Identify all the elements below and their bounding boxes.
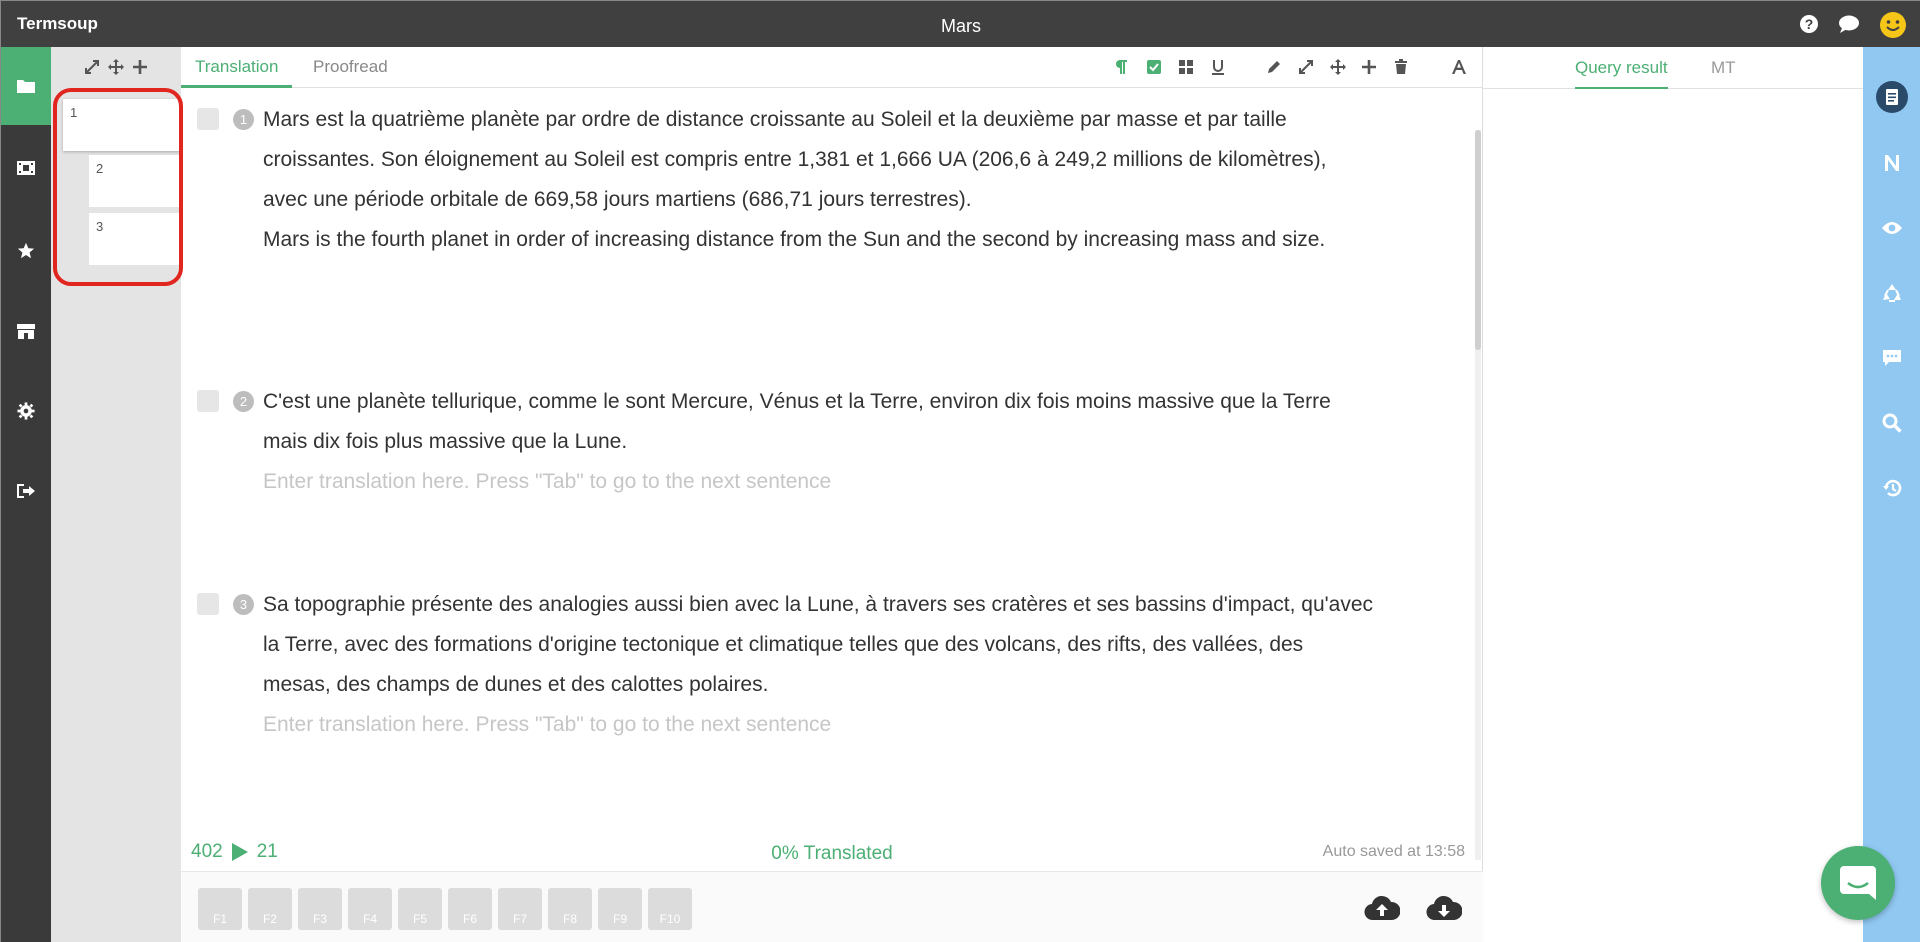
- fkey-f8[interactable]: F8: [548, 888, 592, 930]
- gear-icon[interactable]: [1, 371, 51, 451]
- fkey-f1[interactable]: F1: [198, 888, 242, 930]
- sign-out-icon[interactable]: [1, 451, 51, 531]
- segment-translation-input[interactable]: Enter translation here. Press "Tab" to g…: [263, 462, 1375, 502]
- scrollbar-thumb[interactable]: [1475, 130, 1481, 350]
- document-title: Mars: [941, 16, 981, 36]
- svg-text:?: ?: [1805, 16, 1814, 32]
- comment-icon[interactable]: [1863, 336, 1920, 380]
- cloud-download-icon[interactable]: [1424, 892, 1464, 924]
- store-icon[interactable]: [1, 291, 51, 371]
- underline-icon[interactable]: [1208, 57, 1228, 77]
- query-tabs: Query result MT: [1483, 47, 1863, 89]
- function-key-bar: F1 F2 F3 F4 F5 F6 F7 F8 F9 F10: [181, 871, 1483, 942]
- app-window: Termsoup Mars ? 1 2 3 Translation Proofr…: [0, 0, 1920, 942]
- recycle-icon[interactable]: [1863, 271, 1920, 315]
- editor-tabs: Translation Proofread: [181, 47, 1483, 88]
- segment-checkbox[interactable]: [197, 108, 219, 130]
- status-bar: 402 21 0% Translated Auto saved at 13:58: [181, 841, 1483, 871]
- star-icon[interactable]: [1, 211, 51, 291]
- thumbnail-number: 2: [96, 161, 104, 176]
- segment-number: 2: [233, 391, 254, 412]
- cloud-upload-icon[interactable]: [1362, 892, 1402, 924]
- page-thumbnail-1[interactable]: 1: [63, 99, 181, 151]
- notebook-icon[interactable]: [1863, 75, 1920, 119]
- chat-icon[interactable]: [1838, 13, 1860, 35]
- help-icon[interactable]: ?: [1798, 13, 1820, 35]
- move-icon[interactable]: [1328, 57, 1348, 77]
- search-icon[interactable]: [1863, 401, 1920, 445]
- segment-source-text: Sa topographie présente des analogies au…: [263, 593, 1373, 696]
- autosave-status: Auto saved at 13:58: [1322, 843, 1465, 860]
- smiley-avatar-icon[interactable]: [1879, 11, 1907, 39]
- translation-editor: Translation Proofread 1 Mars est la quat…: [181, 47, 1483, 942]
- paragraph-icon[interactable]: [1111, 57, 1131, 77]
- segment-2: 2 C'est une planète tellurique, comme le…: [181, 370, 1381, 550]
- fkey-f9[interactable]: F9: [598, 888, 642, 930]
- n-letter-icon[interactable]: [1863, 141, 1920, 185]
- tab-translation[interactable]: Translation: [181, 47, 293, 88]
- trash-icon[interactable]: [1391, 57, 1411, 77]
- segment-number: 3: [233, 594, 254, 615]
- check-square-icon[interactable]: [1144, 57, 1164, 77]
- fkey-f3[interactable]: F3: [298, 888, 342, 930]
- fkey-f10[interactable]: F10: [648, 888, 692, 930]
- segment-source-text: Mars est la quatrième planète par ordre …: [263, 108, 1327, 211]
- segment-checkbox[interactable]: [197, 390, 219, 412]
- query-panel: Query result MT: [1483, 47, 1863, 942]
- segment-translation-input[interactable]: Mars is the fourth planet in order of in…: [263, 220, 1375, 260]
- tab-proofread[interactable]: Proofread: [299, 47, 402, 88]
- tab-query-result[interactable]: Query result: [1575, 47, 1668, 89]
- fkey-f2[interactable]: F2: [248, 888, 292, 930]
- collapse-icon[interactable]: [84, 59, 100, 75]
- fkey-f5[interactable]: F5: [398, 888, 442, 930]
- left-sidebar: [1, 47, 51, 942]
- history-icon[interactable]: [1863, 466, 1920, 510]
- segment-1: 1 Mars est la quatrième planète par ordr…: [181, 88, 1381, 348]
- grid-icon[interactable]: [1176, 57, 1196, 77]
- font-icon[interactable]: [1449, 57, 1469, 77]
- segment-list: 1 Mars est la quatrième planète par ordr…: [181, 88, 1481, 860]
- page-thumbnails-panel: 1 2 3: [51, 47, 181, 942]
- translation-progress: 0% Translated: [771, 843, 893, 864]
- right-tool-sidebar: [1863, 47, 1920, 942]
- pencil-icon[interactable]: [1264, 57, 1284, 77]
- segment-number: 1: [233, 109, 254, 130]
- segment-translation-input[interactable]: Enter translation here. Press "Tab" to g…: [263, 705, 1375, 745]
- folder-icon[interactable]: [1, 47, 51, 125]
- thumbnail-toolbar: [51, 47, 181, 87]
- thumbnail-number: 1: [70, 105, 78, 120]
- segment-source-text: C'est une planète tellurique, comme le s…: [263, 390, 1331, 453]
- fkey-f6[interactable]: F6: [448, 888, 492, 930]
- tab-mt[interactable]: MT: [1711, 47, 1736, 89]
- move-icon[interactable]: [108, 59, 124, 75]
- plus-icon[interactable]: [1359, 57, 1379, 77]
- fkey-f7[interactable]: F7: [498, 888, 542, 930]
- segment-3: 3 Sa topographie présente des analogies …: [181, 573, 1381, 773]
- chat-support-button[interactable]: [1821, 846, 1895, 920]
- thumbnail-number: 3: [96, 219, 104, 234]
- page-thumbnail-2[interactable]: 2: [89, 155, 181, 207]
- top-bar: Termsoup Mars ?: [1, 1, 1920, 47]
- film-icon[interactable]: [1, 125, 51, 211]
- eye-icon[interactable]: [1863, 206, 1920, 250]
- fkey-f4[interactable]: F4: [348, 888, 392, 930]
- segment-checkbox[interactable]: [197, 593, 219, 615]
- plus-icon[interactable]: [132, 59, 148, 75]
- chat-support-icon: [1840, 866, 1876, 900]
- page-thumbnail-3[interactable]: 3: [89, 213, 181, 265]
- collapse-icon[interactable]: [1296, 57, 1316, 77]
